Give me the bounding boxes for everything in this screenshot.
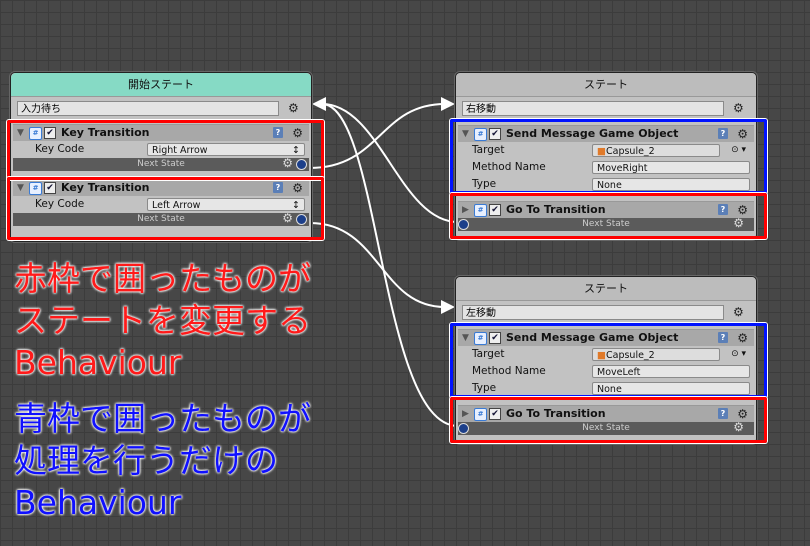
blue-annotation: 青枠で囲ったものが 処理を行うだけの Behaviour [14, 399, 311, 522]
node-title[interactable]: 開始ステート [11, 73, 311, 97]
arrow-head-icon [312, 97, 326, 111]
arrow-head-icon [441, 300, 455, 314]
red-annotation: 赤枠で囲ったものが ステートを変更する Behaviour [14, 259, 311, 382]
blue-highlight-frame [450, 119, 767, 194]
gear-icon[interactable]: ⚙ [733, 101, 744, 115]
red-highlight-frame [7, 177, 324, 240]
connection-return-2 [321, 103, 459, 427]
gear-icon[interactable]: ⚙ [288, 101, 299, 115]
node-title[interactable]: ステート [456, 73, 756, 97]
blue-highlight-frame [450, 323, 767, 398]
gear-icon[interactable]: ⚙ [733, 305, 744, 319]
connection-right [309, 103, 446, 169]
state-name-input[interactable]: 左移動 [462, 305, 724, 320]
red-highlight-frame [450, 397, 767, 443]
red-highlight-frame [450, 193, 767, 239]
connection-left [309, 222, 446, 308]
state-name-input[interactable]: 入力待ち [17, 101, 279, 116]
node-title[interactable]: ステート [456, 277, 756, 301]
state-name-input[interactable]: 右移動 [462, 101, 724, 116]
red-highlight-frame [7, 120, 324, 180]
arrow-head-icon [441, 97, 455, 111]
